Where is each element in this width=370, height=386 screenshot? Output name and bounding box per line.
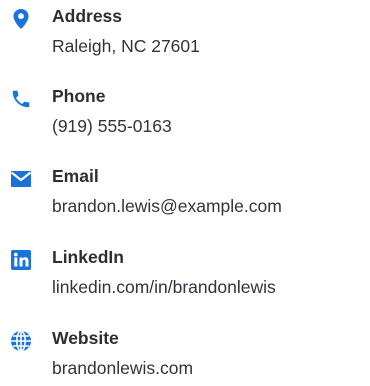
website-label: Website <box>52 328 119 348</box>
contact-item-linkedin: LinkedIn linkedin.com/in/brandonlewis <box>0 241 370 301</box>
envelope-icon <box>10 168 32 190</box>
map-pin-icon <box>10 8 32 30</box>
email-value[interactable]: brandon.lewis@example.com <box>52 194 282 218</box>
contact-item-address: Address Raleigh, NC 27601 <box>0 0 370 60</box>
linkedin-label: LinkedIn <box>52 247 124 267</box>
phone-value[interactable]: (919) 555-0163 <box>52 114 172 138</box>
linkedin-value[interactable]: linkedin.com/in/brandonlewis <box>52 275 276 299</box>
address-value: Raleigh, NC 27601 <box>52 36 200 56</box>
phone-icon <box>10 88 32 110</box>
linkedin-icon <box>10 249 32 271</box>
website-value[interactable]: brandonlewis.com <box>52 356 193 380</box>
contact-list: Address Raleigh, NC 27601 Phone (919) 55… <box>0 0 370 386</box>
globe-icon <box>10 330 32 352</box>
contact-item-phone: Phone (919) 555-0163 <box>0 80 370 140</box>
phone-label: Phone <box>52 86 106 106</box>
contact-item-email: Email brandon.lewis@example.com <box>0 160 370 220</box>
email-label: Email <box>52 166 99 186</box>
address-label: Address <box>52 6 123 26</box>
contact-item-website: Website brandonlewis.com <box>0 322 370 382</box>
